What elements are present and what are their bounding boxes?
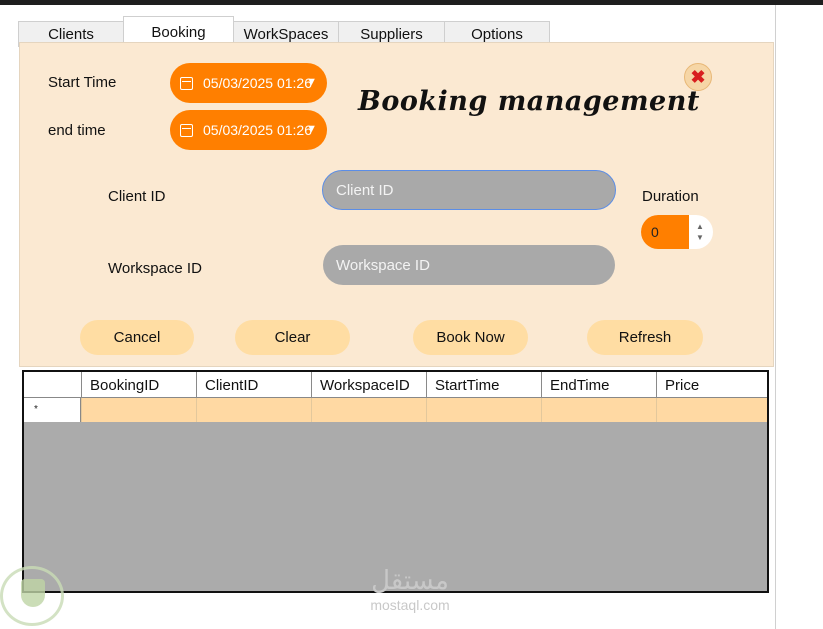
background-strip bbox=[775, 5, 823, 629]
book-now-button[interactable]: Book Now bbox=[413, 320, 528, 355]
chevron-down-icon[interactable]: ▼ bbox=[306, 76, 317, 88]
watermark: مستقل mostaql.com bbox=[330, 565, 490, 613]
booking-window: Clients Booking WorkSpaces Suppliers Opt… bbox=[0, 5, 775, 595]
workspace-id-label: Workspace ID bbox=[108, 260, 202, 277]
watermark-latin: mostaql.com bbox=[370, 597, 450, 613]
clear-button[interactable]: Clear bbox=[235, 320, 350, 355]
end-time-value: 05/03/2025 01:26 bbox=[203, 122, 312, 138]
grid-corner-cell[interactable] bbox=[24, 372, 81, 398]
table-cell[interactable] bbox=[656, 398, 767, 422]
start-time-value: 05/03/2025 01:26 bbox=[203, 75, 312, 91]
table-cell[interactable] bbox=[196, 398, 311, 422]
grid-header: BookingID ClientID WorkspaceID StartTime… bbox=[24, 372, 767, 398]
table-cell[interactable] bbox=[311, 398, 426, 422]
chevron-down-icon[interactable]: ▼ bbox=[306, 123, 317, 135]
column-header[interactable]: WorkspaceID bbox=[311, 372, 426, 398]
table-row-new[interactable]: * bbox=[24, 398, 767, 422]
watermark-arabic: مستقل bbox=[371, 566, 449, 596]
end-time-picker[interactable]: 05/03/2025 01:26 ▼ bbox=[170, 110, 327, 150]
refresh-button[interactable]: Refresh bbox=[587, 320, 703, 355]
duration-stepper[interactable]: 0 ▲ ▼ bbox=[641, 215, 713, 249]
stepper-arrows-icon[interactable]: ▲ ▼ bbox=[693, 221, 707, 243]
client-id-input[interactable] bbox=[322, 170, 616, 210]
close-icon[interactable]: ✖ bbox=[684, 63, 712, 91]
duration-label: Duration bbox=[642, 188, 699, 205]
duration-value[interactable]: 0 bbox=[641, 215, 689, 249]
workspace-id-input[interactable] bbox=[323, 245, 615, 285]
table-cell[interactable] bbox=[541, 398, 656, 422]
column-header[interactable]: Price bbox=[656, 372, 767, 398]
cancel-button[interactable]: Cancel bbox=[80, 320, 194, 355]
calendar-icon bbox=[180, 76, 193, 90]
new-row-marker: * bbox=[34, 404, 38, 415]
table-cell[interactable] bbox=[81, 398, 196, 422]
start-time-picker[interactable]: 05/03/2025 01:26 ▼ bbox=[170, 63, 327, 103]
column-header[interactable]: StartTime bbox=[426, 372, 541, 398]
shield-logo-icon bbox=[0, 566, 64, 626]
column-header[interactable]: BookingID bbox=[81, 372, 196, 398]
table-cell[interactable] bbox=[426, 398, 541, 422]
column-header[interactable]: ClientID bbox=[196, 372, 311, 398]
row-header[interactable]: * bbox=[24, 398, 81, 422]
end-time-label: end time bbox=[48, 122, 106, 139]
page-title: Booking management bbox=[358, 86, 700, 117]
column-header[interactable]: EndTime bbox=[541, 372, 656, 398]
booking-form-panel: Start Time end time 05/03/2025 01:26 ▼ 0… bbox=[19, 42, 774, 367]
calendar-icon bbox=[180, 123, 193, 137]
bookings-grid[interactable]: BookingID ClientID WorkspaceID StartTime… bbox=[22, 370, 769, 593]
client-id-label: Client ID bbox=[108, 188, 166, 205]
start-time-label: Start Time bbox=[48, 74, 117, 91]
